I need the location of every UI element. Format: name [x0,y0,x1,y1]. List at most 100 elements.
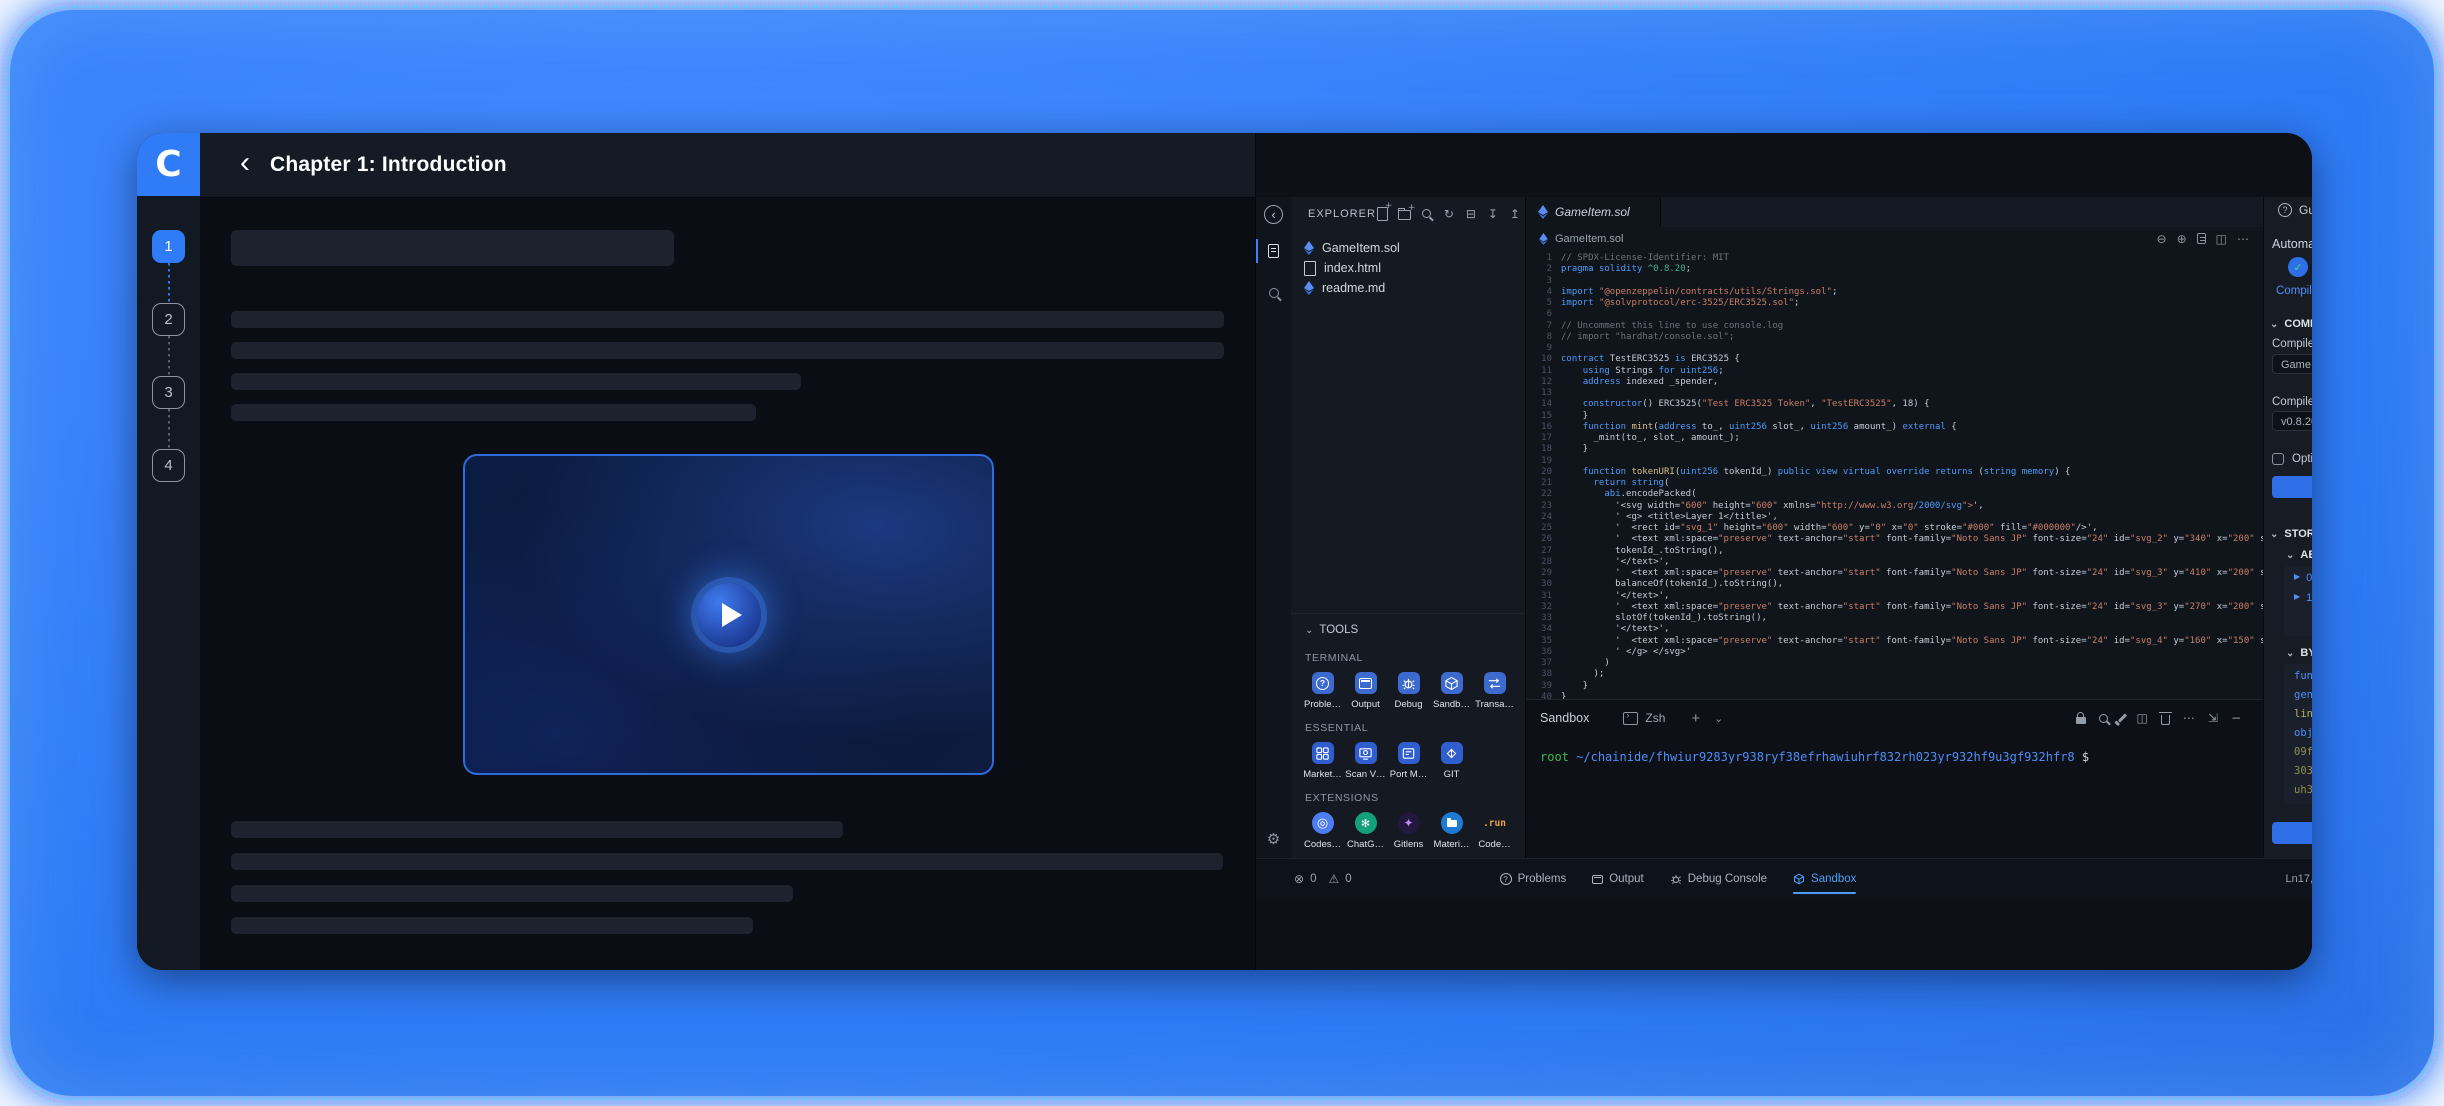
problem-counts[interactable]: ⊗ 0 ⚠ 0 [1294,872,1352,886]
more-actions-icon[interactable]: ⋯ [2237,232,2249,246]
optimization-checkbox-row[interactable]: Optim [2272,453,2312,465]
terminal-search-icon[interactable] [2099,714,2108,723]
tool-debug[interactable]: Debug [1387,672,1430,710]
file-row-readme[interactable]: readme.md [1291,278,1525,298]
section-bytecode[interactable]: ⌄ BY [2286,647,2312,659]
bytecode-item: 09f0 [2294,746,2312,758]
compiler-version-label: Compiler [2272,396,2312,408]
zoom-out-icon[interactable]: ⊖ [2157,232,2167,246]
tools-title: TOOLS [1319,624,1358,636]
abi-item[interactable]: ▶0: [2294,572,2312,584]
compile-file-select[interactable]: GameIte [2272,354,2312,374]
tab-debug-console[interactable]: Debug Console [1670,859,1767,899]
abi-item-label: 0: [2306,572,2312,584]
code-editor[interactable]: 1// SPDX-License-Identifier: MIT2pragma … [1526,250,2263,699]
clear-terminal-icon[interactable] [2121,713,2124,723]
terminal-dropdown-icon[interactable]: ⌄ [1714,712,1723,725]
collapse-sidebar-button[interactable]: ‹ [1264,205,1283,224]
video-player[interactable] [463,454,994,775]
zsh-tab[interactable]: Zsh [1623,711,1665,725]
tool-scan-validator[interactable]: Scan V… [1344,742,1387,780]
tab-label: GameItem.sol [1555,205,1630,219]
play-button[interactable] [697,583,761,647]
tool-git[interactable]: GIT [1430,742,1473,780]
compiler-version-select[interactable]: v0.8.20+ [2272,411,2312,431]
extension-code-runner[interactable]: .run Code… [1473,812,1516,850]
code-line: 13 [1526,388,2263,399]
zoom-in-icon[interactable]: ⊕ [2177,232,2187,246]
tab-problems[interactable]: ? Problems [1500,859,1567,899]
tab-sandbox[interactable]: Sandbox [1793,859,1856,899]
abi-item[interactable]: ▶1: { [2294,592,2312,604]
line-number: 35 [1526,636,1561,647]
line-number: 22 [1526,489,1561,500]
activity-files-button[interactable] [1256,236,1291,266]
new-terminal-button[interactable]: + [1691,710,1700,727]
code-text: } [1561,411,1588,422]
tab-output[interactable]: Output [1592,859,1644,899]
code-line: 10contract TestERC3525 is ERC3525 { [1526,354,2263,365]
skeleton-bar [231,404,756,421]
skeleton-bar [231,311,1224,328]
file-tree: GameItem.sol index.html readme.md [1291,238,1525,298]
extension-chatgpt[interactable]: ✻ ChatG… [1344,812,1387,850]
open-preview-button[interactable] [2197,233,2206,244]
activity-search-button[interactable] [1256,278,1291,308]
file-row-gameitem[interactable]: GameItem.sol [1291,238,1525,258]
code-line: 5import "@solvprotocol/erc-3525/ERC3525.… [1526,298,2263,309]
tool-output[interactable]: Output [1344,672,1387,710]
section-abi[interactable]: ⌄ AB [2286,549,2312,561]
guide-button[interactable]: ? Gu [2278,203,2312,217]
terminal-panel-label: Sandbox [1540,711,1589,725]
step-3[interactable]: 3 [152,376,185,409]
tool-marketplace[interactable]: Market… [1301,742,1344,780]
extension-gitlens[interactable]: ✦ Gitlens [1387,812,1430,850]
back-button[interactable]: ‹ [240,148,250,178]
tools-section-header[interactable]: ⌄ TOOLS [1291,620,1525,640]
terminal-prompt[interactable]: root ~/chainide/fhwiur9283yr938ryf38efrh… [1540,750,2263,764]
ethereum-icon [1539,233,1548,245]
terminal-more-icon[interactable]: ⋯ [2183,711,2195,725]
extension-codeswap[interactable]: ◎ Codes… [1301,812,1344,850]
tool-port-manager[interactable]: Port M… [1387,742,1430,780]
minimize-panel-icon[interactable]: − [2231,711,2241,725]
line-number: 9 [1526,343,1561,354]
code-text: // Uncomment this line to use console.lo… [1561,321,1783,332]
tool-sandbox[interactable]: Sandb… [1430,672,1473,710]
split-terminal-icon[interactable]: ◫ [2137,711,2148,725]
split-editor-icon[interactable]: ◫ [2216,232,2227,246]
deploy-button[interactable] [2272,822,2312,844]
search-files-button[interactable] [1420,206,1434,221]
code-line: 3 [1526,276,2263,287]
step-2[interactable]: 2 [152,303,185,336]
maximize-panel-icon[interactable]: ⇲ [2208,711,2218,725]
section-compiler[interactable]: ⌄ COMPI [2270,318,2312,330]
compile-button[interactable] [2272,476,2312,498]
new-folder-button[interactable] [1398,206,1412,221]
file-row-index[interactable]: index.html [1291,258,1525,278]
extension-material-icons[interactable]: Materi… [1430,812,1473,850]
new-file-button[interactable] [1376,206,1390,221]
upload-button[interactable]: ↥ [1508,206,1522,221]
file-name: GameItem.sol [1322,241,1400,255]
ide-region: ‹ ⚙ EXPLORER [1256,133,2312,970]
step-1[interactable]: 1 [152,230,185,263]
tool-problems[interactable]: ? Proble… [1301,672,1344,710]
bytecode-items: funcgenelinkrobje09f03030uh3c [2284,670,2312,796]
compiled-label: Compil [2276,285,2312,297]
refresh-button[interactable]: ↻ [1442,206,1456,221]
section-storage[interactable]: ⌄ STORA [2270,528,2312,540]
download-button[interactable]: ↧ [1486,206,1500,221]
settings-gear-button[interactable]: ⚙ [1267,830,1280,848]
check-icon: ✓ [2293,261,2302,274]
breadcrumb-label: GameItem.sol [1555,233,1623,245]
tab-gameitem[interactable]: GameItem.sol [1526,197,1661,227]
kill-terminal-icon[interactable] [2161,712,2170,725]
tool-transactions[interactable]: Transa… [1473,672,1516,710]
ethereum-icon [1304,281,1314,295]
step-4[interactable]: 4 [152,449,185,482]
bytecode-box: funcgenelinkrobje09f03030uh3c [2284,664,2312,804]
code-text: constructor() ERC3525("Test ERC3525 Toke… [1561,399,1930,410]
collapse-all-button[interactable]: ⊟ [1464,206,1478,221]
lock-icon[interactable] [2076,712,2086,724]
